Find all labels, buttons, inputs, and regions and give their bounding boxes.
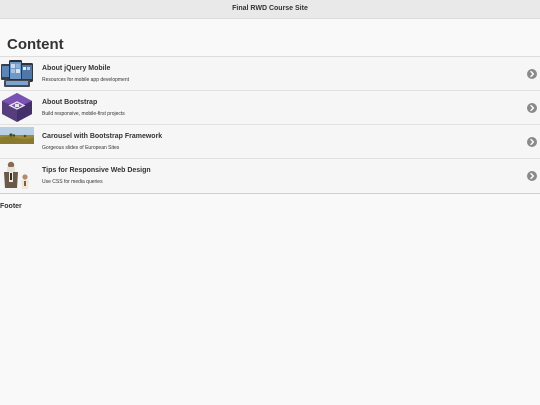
chevron-right-circle-icon[interactable] xyxy=(527,171,537,181)
bootstrap-logo xyxy=(0,92,34,123)
list-item-subtitle: Build responsive, mobile-first projects xyxy=(42,111,125,117)
list-item-title: Tips for Responsive Web Design xyxy=(42,167,151,174)
chevron-right-circle-icon[interactable] xyxy=(527,69,537,79)
chevron-right-circle-icon[interactable] xyxy=(527,137,537,147)
content-heading: Content xyxy=(7,36,64,53)
list-item-rwd-tips[interactable]: Tips for Responsive Web Design Use CSS f… xyxy=(0,159,540,193)
landscape-thumbnail xyxy=(0,126,34,157)
list-item-subtitle: Use CSS for media queries xyxy=(42,179,103,185)
list-item-title: Carousel with Bootstrap Framework xyxy=(42,133,163,140)
header-bar: Final RWD Course Site xyxy=(0,0,540,19)
content-listview: About jQuery Mobile Resources for mobile… xyxy=(0,56,540,194)
footer-text: Footer xyxy=(0,203,22,210)
list-item-bootstrap[interactable]: About Bootstrap Build responsive, mobile… xyxy=(0,91,540,125)
list-item-jquery-mobile[interactable]: About jQuery Mobile Resources for mobile… xyxy=(0,57,540,91)
list-item-subtitle: Gorgeous slides of European Sites xyxy=(42,145,120,151)
footer: Footer xyxy=(0,194,540,210)
devices-thumbnail xyxy=(0,58,34,89)
list-item-subtitle: Resources for mobile app development xyxy=(42,77,129,83)
page-header-title: Final RWD Course Site xyxy=(232,5,308,12)
chevron-right-circle-icon[interactable] xyxy=(527,103,537,113)
list-item-title: About Bootstrap xyxy=(42,99,98,106)
people-thumbnail xyxy=(0,160,34,191)
list-item-title: About jQuery Mobile xyxy=(42,65,111,72)
list-item-carousel[interactable]: Carousel with Bootstrap Framework Gorgeo… xyxy=(0,125,540,159)
